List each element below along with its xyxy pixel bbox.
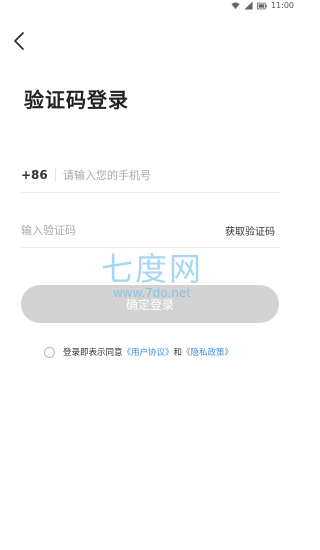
back-button[interactable] (10, 30, 30, 52)
agreement-and: 和 (173, 348, 183, 358)
user-agreement-link[interactable]: 《用户协议》 (123, 346, 174, 358)
battery-icon (256, 2, 267, 9)
divider (55, 168, 56, 182)
agreement-row: 登录即表示同意 《用户协议》 和 《隐私政策》 (44, 346, 233, 358)
agreement-text: 登录即表示同意 (63, 348, 123, 358)
page-title: 验证码登录 (24, 88, 129, 112)
confirm-login-button[interactable]: 确定登录 (21, 285, 279, 323)
chevron-left-icon (14, 32, 24, 50)
privacy-policy-link[interactable]: 《隐私政策》 (182, 346, 233, 358)
country-code[interactable]: +86 (21, 168, 48, 182)
code-row: 获取验证码 (21, 215, 279, 248)
verification-code-input[interactable] (21, 218, 201, 242)
phone-row: +86 (21, 160, 279, 193)
signal-icon (244, 1, 253, 10)
status-bar: 11:00 (0, 0, 300, 14)
agreement-checkbox[interactable] (44, 346, 55, 358)
phone-input[interactable] (63, 163, 273, 187)
status-icons: 11:00 (231, 1, 294, 10)
watermark-logo: 七度网 (100, 250, 203, 288)
get-code-button[interactable]: 获取验证码 (225, 223, 275, 238)
status-time: 11:00 (270, 1, 294, 10)
wifi-icon (231, 2, 240, 10)
